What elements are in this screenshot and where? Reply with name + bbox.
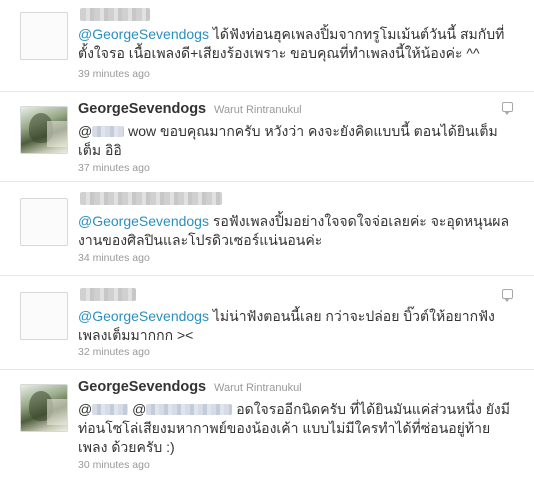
timestamp[interactable]: 30 minutes ago	[78, 459, 150, 471]
mention-link[interactable]: @GeorgeSevendogs	[78, 213, 209, 229]
full-name: Warut Rintranukul	[214, 104, 302, 116]
mention-prefix: @	[132, 401, 147, 417]
reply-icon[interactable]	[502, 102, 513, 115]
reply-icon[interactable]	[502, 289, 513, 302]
tweet-3: @GeorgeSevendogs รอฟังเพลงปิ้มอย่างใจจดใ…	[0, 182, 534, 276]
mention-link[interactable]: @GeorgeSevendogs	[78, 26, 209, 42]
avatar[interactable]	[20, 384, 68, 432]
avatar[interactable]	[20, 198, 68, 246]
tweet-4: @GeorgeSevendogs ไม่น่าฟังตอนนี้เลย กว่า…	[0, 276, 534, 370]
avatar[interactable]	[20, 106, 68, 154]
mention-prefix: @	[78, 123, 93, 139]
tweet-body: wow ขอบคุณมากครับ หวังว่า คงจะยังคิดแบบน…	[78, 123, 498, 158]
redacted-screen-name	[80, 8, 150, 21]
redacted-mention	[92, 126, 125, 137]
tweet-text: @GeorgeSevendogs รอฟังเพลงปิ้มอย่างใจจดใ…	[78, 212, 518, 250]
timestamp[interactable]: 34 minutes ago	[78, 252, 150, 264]
timeline: @GeorgeSevendogs ได้ฟังท่อนฮุคเพลงปิ้มจา…	[0, 0, 534, 483]
tweet-text: @ wow ขอบคุณมากครับ หวังว่า คงจะยังคิดแบ…	[78, 122, 518, 160]
avatar[interactable]	[20, 12, 68, 60]
redacted-screen-name	[80, 192, 222, 205]
timestamp[interactable]: 39 minutes ago	[78, 68, 150, 80]
full-name: Warut Rintranukul	[214, 382, 302, 394]
redacted-mention	[146, 404, 233, 415]
redacted-screen-name	[80, 288, 136, 301]
tweet-text: @GeorgeSevendogs ไม่น่าฟังตอนนี้เลย กว่า…	[78, 307, 518, 345]
screen-name[interactable]: GeorgeSevendogs	[78, 379, 206, 395]
mention-link[interactable]: @GeorgeSevendogs	[78, 308, 209, 324]
avatar[interactable]	[20, 292, 68, 340]
timestamp[interactable]: 37 minutes ago	[78, 162, 150, 174]
timestamp[interactable]: 32 minutes ago	[78, 346, 150, 358]
tweet-text: @ @ อดใจรออีกนิดครับ ที่ได้ยินมันแค่ส่วน…	[78, 400, 518, 457]
tweet-2: GeorgeSevendogs Warut Rintranukul @ wow …	[0, 92, 534, 182]
tweet-1: @GeorgeSevendogs ได้ฟังท่อนฮุคเพลงปิ้มจา…	[0, 0, 534, 92]
mention-prefix: @	[78, 401, 93, 417]
tweet-5: GeorgeSevendogs Warut Rintranukul @ @ อด…	[0, 370, 534, 483]
screen-name[interactable]: GeorgeSevendogs	[78, 101, 206, 117]
redacted-mention	[92, 404, 129, 415]
tweet-text: @GeorgeSevendogs ได้ฟังท่อนฮุคเพลงปิ้มจา…	[78, 25, 518, 63]
